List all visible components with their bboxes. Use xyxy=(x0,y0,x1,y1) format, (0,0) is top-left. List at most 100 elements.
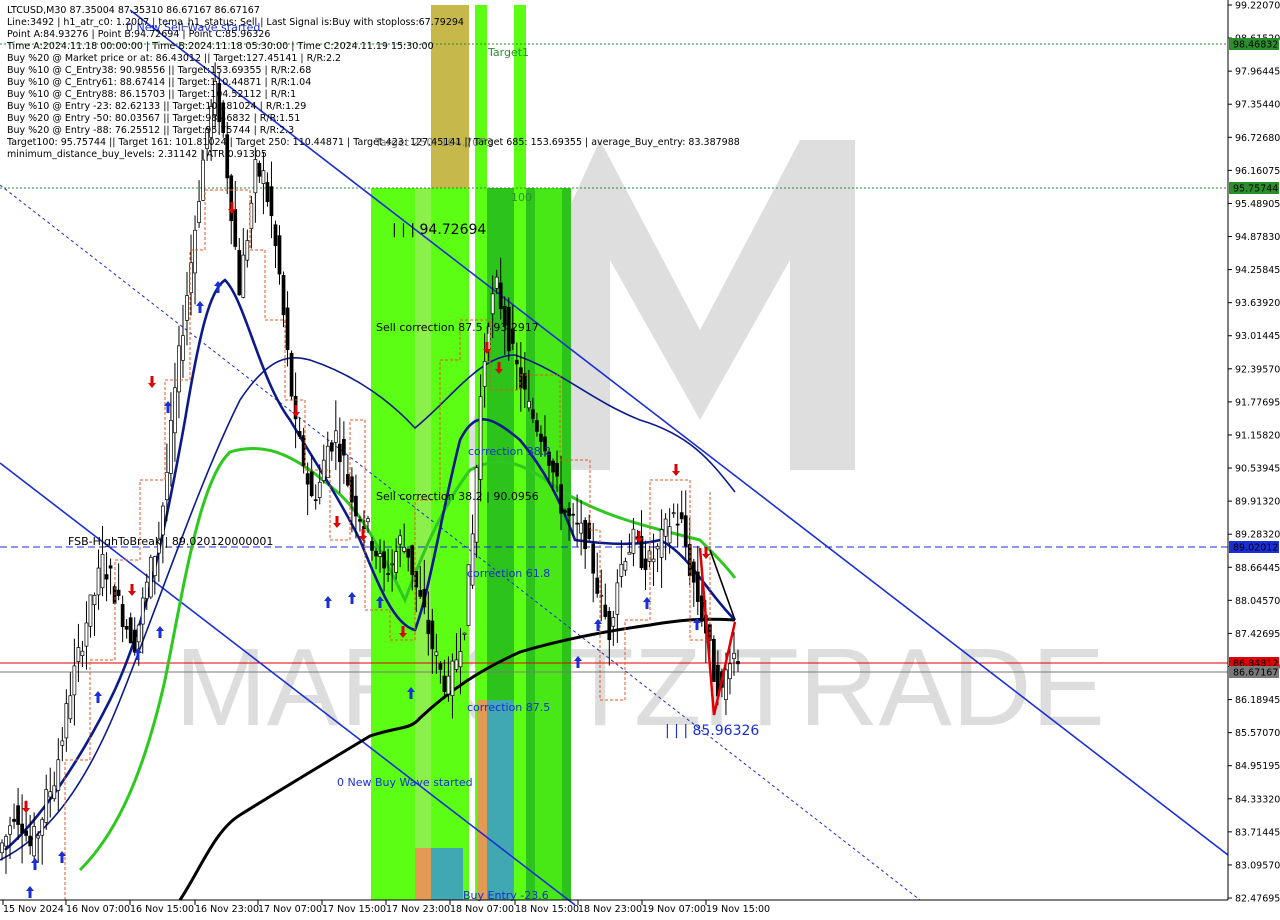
candle-body xyxy=(165,471,169,501)
info-line: Buy %10 @ C_Entry38: 90.98556 || Target:… xyxy=(7,65,311,76)
price-tag: 89.02012 xyxy=(1233,543,1278,554)
candle-body xyxy=(482,360,487,387)
candle-body xyxy=(474,467,479,543)
candle-body xyxy=(100,553,105,589)
candle-body xyxy=(555,462,559,477)
candle-body xyxy=(663,518,668,537)
time-tick-label: 15 Nov 2024 xyxy=(3,904,64,915)
candle-body xyxy=(551,460,555,473)
candle-body xyxy=(378,553,382,557)
candle-body xyxy=(8,825,12,835)
candle-body xyxy=(522,373,527,390)
candle-body xyxy=(88,594,93,627)
candle-body xyxy=(120,604,125,628)
candle-body xyxy=(136,624,141,643)
candle-body xyxy=(68,695,73,720)
candle-body xyxy=(438,663,443,670)
info-line: Buy %10 @ Entry -23: 82.62133 || Target:… xyxy=(7,101,306,112)
info-line: Buy %20 @ Entry -50: 80.03567 || Target:… xyxy=(7,113,300,124)
candle-body xyxy=(667,526,672,544)
candle-body xyxy=(281,275,286,316)
info-line: Buy %10 @ C_Entry61: 88.67414 || Target:… xyxy=(7,77,311,88)
candle-body xyxy=(32,826,37,857)
time-tick-label: 17 Nov 07:00 xyxy=(258,904,322,915)
time-tick-label: 17 Nov 23:00 xyxy=(386,904,450,915)
candle-body xyxy=(177,345,181,393)
info-line: Time A:2024.11.18 00:00:00 | Time B:2024… xyxy=(6,41,434,52)
price-tick-label: 88.04570 xyxy=(1235,596,1280,607)
candle-body xyxy=(237,250,242,296)
candle-body xyxy=(539,433,543,442)
candle-body xyxy=(623,561,628,571)
candle-body xyxy=(108,565,113,569)
candle-body xyxy=(426,619,431,635)
candle-body xyxy=(305,473,310,485)
label-point-b: | | | 94.72694 xyxy=(392,222,486,238)
candle-body xyxy=(269,186,274,217)
candle-body xyxy=(390,563,394,566)
candle-body xyxy=(116,589,121,596)
candle-body xyxy=(229,175,234,222)
price-chart[interactable]: MARKETZITRADE 0 New Sell Wave started Ta… xyxy=(0,0,1280,920)
info-line: minimum_distance_buy_levels: 2.31142 | A… xyxy=(7,149,267,160)
candle-body xyxy=(374,550,378,557)
candle-body xyxy=(313,499,318,502)
candle-body xyxy=(535,420,539,432)
candle-body xyxy=(446,675,451,695)
candle-body xyxy=(679,512,684,520)
candle-body xyxy=(430,620,435,650)
candle-body xyxy=(603,604,608,617)
price-tick-label: 82.47695 xyxy=(1235,894,1280,905)
candle-body xyxy=(333,430,338,443)
price-tick-label: 86.18945 xyxy=(1235,695,1280,706)
candle-body xyxy=(514,359,519,365)
price-tick-label: 99.22070 xyxy=(1235,1,1280,12)
candle-body xyxy=(402,547,407,552)
price-tick-label: 97.35440 xyxy=(1235,100,1280,111)
candle-body xyxy=(619,563,624,577)
candle-body xyxy=(571,513,575,516)
candle-body xyxy=(659,529,664,558)
candle-body xyxy=(169,420,173,474)
candle-body xyxy=(297,431,302,437)
price-tick-label: 83.09570 xyxy=(1235,860,1280,871)
candle-body xyxy=(354,495,358,517)
price-tag: 86.67167 xyxy=(1233,668,1278,679)
price-tick-label: 92.39570 xyxy=(1235,364,1280,375)
candle-body xyxy=(16,805,20,825)
label-fsb: FSB-HighToBreak | 89.020120000001 xyxy=(68,535,273,548)
candle-body xyxy=(36,835,41,839)
candle-body xyxy=(418,589,423,597)
candle-body xyxy=(128,617,133,644)
candle-body xyxy=(124,626,129,630)
info-line: Buy %20 @ Entry -88: 76.25512 || Target:… xyxy=(7,125,294,136)
candle-body xyxy=(583,520,588,550)
candle-body xyxy=(52,785,57,800)
candle-body xyxy=(398,535,403,545)
candle-body xyxy=(559,484,563,514)
price-tag: 95.75744 xyxy=(1233,184,1278,195)
candle-body xyxy=(48,791,53,798)
candle-body xyxy=(337,443,342,463)
candle-body xyxy=(285,307,290,351)
candle-body xyxy=(724,669,728,700)
candle-body xyxy=(245,240,250,261)
candle-body xyxy=(317,481,322,498)
candle-body xyxy=(695,571,700,602)
info-line: LTCUSD,M30 87.35004 87.35310 86.67167 86… xyxy=(7,5,260,16)
candle-body xyxy=(366,518,370,523)
candle-body xyxy=(329,442,334,452)
candle-body xyxy=(181,335,185,361)
candle-body xyxy=(233,209,238,247)
label-correction-87: correction 87.5 xyxy=(467,701,550,714)
candle-body xyxy=(382,551,386,569)
time-tick-label: 17 Nov 15:00 xyxy=(322,904,386,915)
info-line: Buy %20 @ Market price or at: 86.43012 |… xyxy=(7,53,341,64)
candle-body xyxy=(386,573,390,575)
time-tick-label: 18 Nov 23:00 xyxy=(578,904,642,915)
candle-body xyxy=(458,651,463,668)
candle-body xyxy=(490,293,495,315)
info-line: Buy %10 @ C_Entry88: 86.15703 || Target:… xyxy=(7,89,296,100)
candle-body xyxy=(173,387,177,434)
candle-body xyxy=(257,162,262,177)
